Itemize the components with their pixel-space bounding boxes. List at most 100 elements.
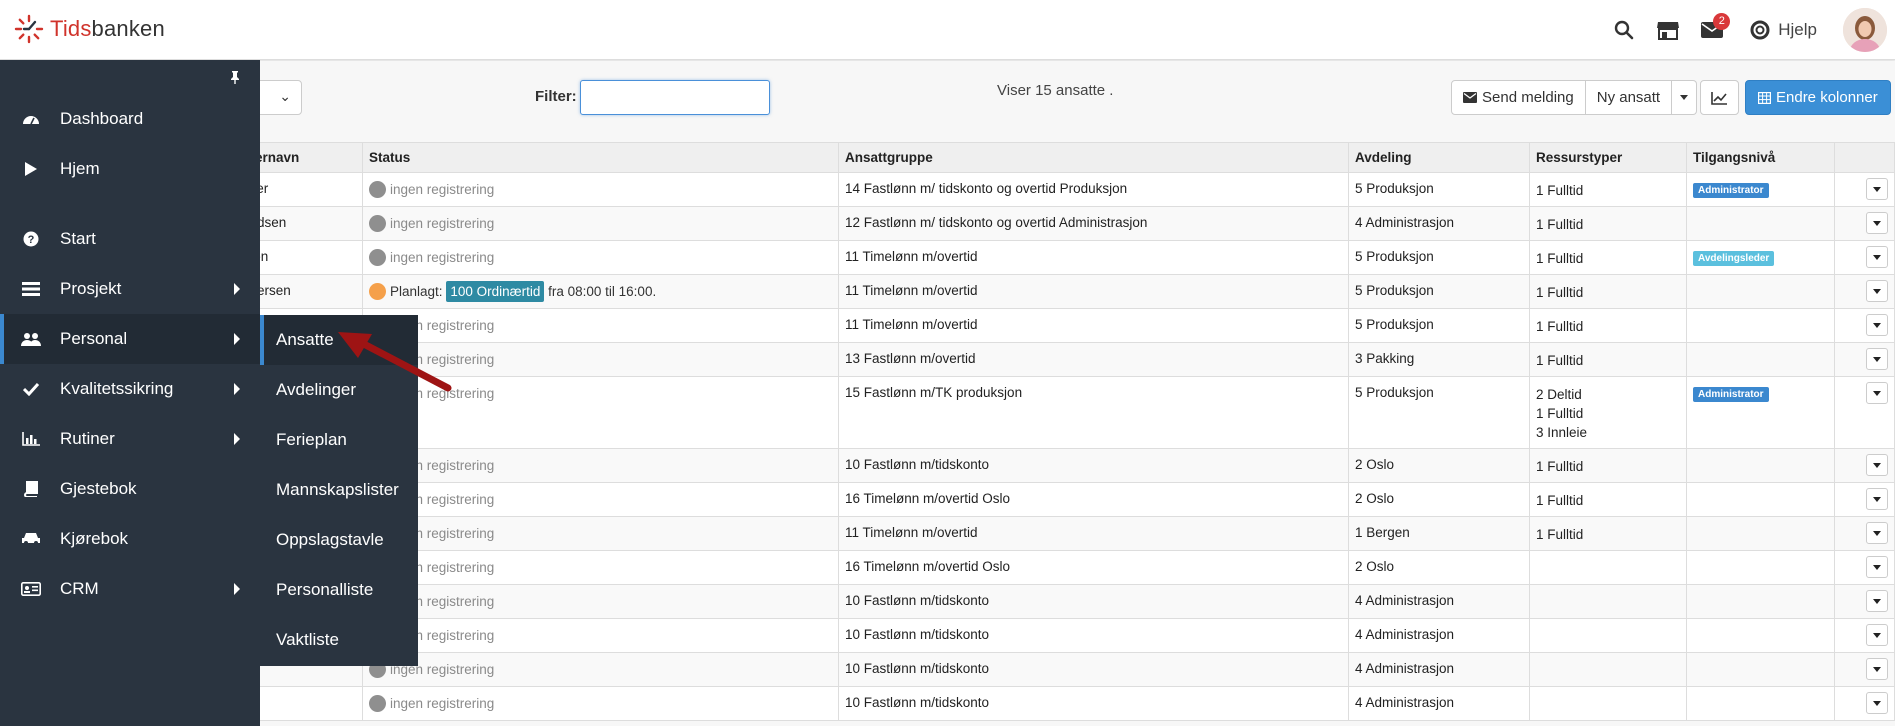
statistics-button[interactable] <box>1700 80 1739 115</box>
sidebar-item-prosjekt[interactable]: Prosjekt <box>0 264 260 314</box>
table-row[interactable]: ingen registrering 10 Fastlønn m/tidskont… <box>240 652 1895 687</box>
table-row[interactable]: ingen registrering 16 Timelønn m/overtid … <box>240 482 1895 517</box>
row-actions-dropdown[interactable] <box>1866 488 1888 510</box>
sidebar-item-label: Kvalitetssikring <box>60 379 174 398</box>
tidsbanken-logo[interactable]: Tidsbanken <box>14 14 165 44</box>
row-actions-dropdown[interactable] <box>1866 522 1888 544</box>
table-row[interactable]: ukeringen registrering14 Fastlønn m/ tid… <box>240 172 1895 207</box>
row-actions-dropdown[interactable] <box>1866 658 1888 680</box>
cell-status: ingen registrering <box>362 652 839 687</box>
sidebar-item-dashboard[interactable]: Dashboard <box>0 94 260 144</box>
cell-resources: 2 Deltid 1 Fulltid 3 Innleie <box>1529 376 1687 449</box>
change-columns-button[interactable]: Endre kolonner <box>1745 80 1891 115</box>
table-row[interactable]: ingen registrering 11 Timelønn m/overtid 5… <box>240 308 1895 343</box>
cell-access <box>1686 482 1835 517</box>
envelope-icon[interactable]: 2 <box>1694 12 1731 48</box>
cell-access <box>1686 652 1835 687</box>
row-actions-dropdown[interactable] <box>1866 692 1888 714</box>
chevron-right-icon <box>234 583 240 595</box>
row-actions-dropdown[interactable] <box>1866 314 1888 336</box>
sidebar-item-gjestebok[interactable]: Gjestebok <box>0 464 260 514</box>
filter-input[interactable] <box>580 80 770 115</box>
filter-label: Filter: <box>535 88 577 105</box>
col-header-resources[interactable]: Ressurstyper <box>1529 142 1687 173</box>
table-row[interactable]: ingen registrering 10 Fastlønn m/tidskont… <box>240 448 1895 483</box>
row-actions-dropdown[interactable] <box>1866 624 1888 646</box>
table-row[interactable]: stingen registrering10 Fastlønn m/tidsko… <box>240 686 1895 721</box>
table-row[interactable]: ingen registrering 15 Fastlønn m/TK produ… <box>240 376 1895 449</box>
cell-group: 11 Timelønn m/overtid <box>838 516 1349 551</box>
sidebar-item-hjem[interactable]: Hjem <box>0 144 260 194</box>
resource-type: 1 Fulltid <box>1536 493 1584 508</box>
resource-type: 1 Fulltid <box>1536 527 1584 542</box>
cell-access <box>1686 516 1835 551</box>
sidebar-item-label: Kjørebok <box>60 529 129 548</box>
pin-icon[interactable] <box>229 70 241 89</box>
submenu-item-ferieplan[interactable]: Ferieplan <box>260 415 418 465</box>
table-row[interactable]: ingen registrering 11 Timelønn m/overtid 1… <box>240 516 1895 551</box>
status-text: ingen registrering <box>390 182 495 197</box>
lifebuoy-icon[interactable] <box>1748 12 1772 48</box>
cell-status: ingen registrering <box>362 686 839 721</box>
cell-actions <box>1834 550 1895 585</box>
row-actions-dropdown[interactable] <box>1866 454 1888 476</box>
submenu-item-vaktliste[interactable]: Vaktliste <box>260 615 418 665</box>
sidebar-item-start[interactable]: ? Start <box>0 214 260 264</box>
user-avatar[interactable] <box>1843 8 1887 52</box>
cell-resources: 1 Fulltid <box>1529 172 1687 207</box>
row-actions-dropdown[interactable] <box>1866 246 1888 268</box>
sidebar-item-personal[interactable]: Personal <box>0 314 260 364</box>
col-header-access[interactable]: Tilgangsnivå <box>1686 142 1835 173</box>
submenu-item-mannskapslister[interactable]: Mannskapslister <box>260 465 418 515</box>
cell-resources <box>1529 584 1687 619</box>
cell-department: 5 Produksjon <box>1348 240 1530 275</box>
row-actions-dropdown[interactable] <box>1866 280 1888 302</box>
col-header-group[interactable]: Ansattgruppe <box>838 142 1349 173</box>
cell-group: 13 Fastlønn m/overtid <box>838 342 1349 377</box>
new-employee-dropdown-toggle[interactable] <box>1672 80 1698 115</box>
row-actions-dropdown[interactable] <box>1866 178 1888 200</box>
row-actions-dropdown[interactable] <box>1866 382 1888 404</box>
row-actions-dropdown[interactable] <box>1866 212 1888 234</box>
cell-group: 11 Timelønn m/overtid <box>838 274 1349 309</box>
search-icon[interactable] <box>1606 12 1642 48</box>
new-employee-button[interactable]: Ny ansatt <box>1585 80 1673 115</box>
cell-actions <box>1834 206 1895 241</box>
col-header-status[interactable]: Status <box>362 142 839 173</box>
row-actions-dropdown[interactable] <box>1866 348 1888 370</box>
cell-access: Administrator <box>1686 172 1835 207</box>
cell-actions <box>1834 342 1895 377</box>
submenu-item-oppslagstavle[interactable]: Oppslagstavle <box>260 515 418 565</box>
submenu-item-personalliste[interactable]: Personalliste <box>260 565 418 615</box>
store-icon[interactable] <box>1650 12 1686 48</box>
sidebar-item-crm[interactable]: CRM <box>0 564 260 614</box>
table-row[interactable]: endsen ingen registrering 12 Fastlønn m/ t… <box>240 206 1895 241</box>
envelope-icon <box>1463 92 1477 103</box>
resource-type: 1 Fulltid <box>1536 217 1584 232</box>
cell-actions <box>1834 482 1895 517</box>
table-row[interactable]: ingen registrering 10 Fastlønn m/tidskont… <box>240 618 1895 653</box>
send-message-button[interactable]: Send melding <box>1451 80 1586 115</box>
sidebar-item-rutiner[interactable]: Rutiner <box>0 414 260 464</box>
table-row[interactable]: edersen Planlagt: 100 Ordinærtid fra 08:0… <box>240 274 1895 309</box>
cell-access <box>1686 448 1835 483</box>
cell-access <box>1686 550 1835 585</box>
cell-access <box>1686 618 1835 653</box>
sidebar-item-kvalitetssikring[interactable]: Kvalitetssikring <box>0 364 260 414</box>
check-icon <box>20 382 42 396</box>
sidebar-item-label: Dashboard <box>60 109 144 128</box>
cell-group: 10 Fastlønn m/tidskonto <box>838 652 1349 687</box>
sidebar: Dashboard Hjem ? Start Prosjekt Personal Kvali… <box>0 60 260 726</box>
cell-status: ingen registrering <box>362 172 839 207</box>
status-text: ingen registrering <box>390 696 495 711</box>
col-header-department[interactable]: Avdeling <box>1348 142 1530 173</box>
table-row[interactable]: ingen registrering 10 Fastlønn m/tidskont… <box>240 584 1895 619</box>
table-row[interactable]: ingen registrering 13 Fastlønn m/overtid 3… <box>240 342 1895 377</box>
row-actions-dropdown[interactable] <box>1866 556 1888 578</box>
help-link[interactable]: Hjelp <box>1778 20 1817 40</box>
row-actions-dropdown[interactable] <box>1866 590 1888 612</box>
shown-count-text: Viser 15 ansatte . <box>997 82 1114 99</box>
table-row[interactable]: ingen registrering 16 Timelønn m/overtid … <box>240 550 1895 585</box>
table-row[interactable]: rseningen registrering11 Timelønn m/over… <box>240 240 1895 275</box>
sidebar-item-kjorebok[interactable]: Kjørebok <box>0 514 260 564</box>
